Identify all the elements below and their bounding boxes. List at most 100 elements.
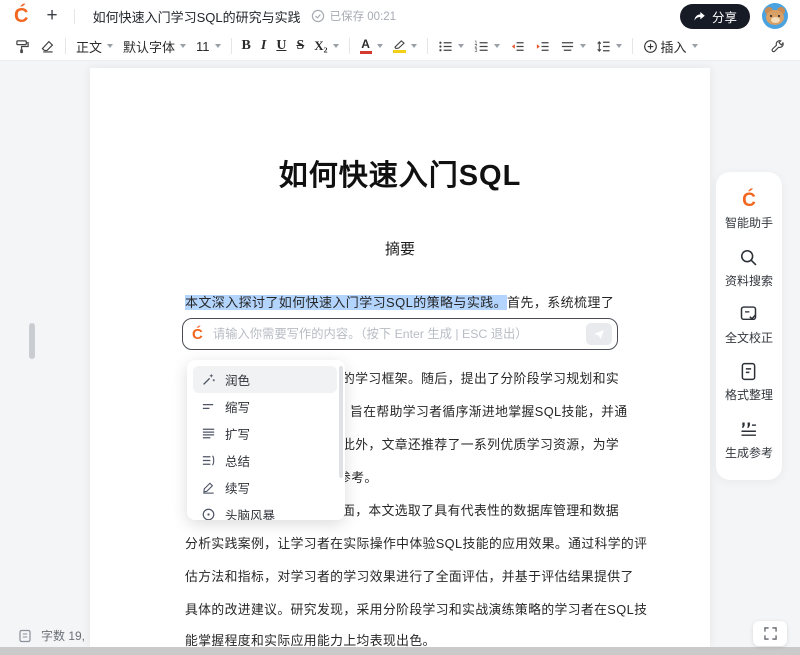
ordered-list-icon: 123 bbox=[474, 39, 489, 54]
doc-text-line: 分析实践案例，让学习者在实际操作中体验SQL技能的应用效果。通过科学的评 bbox=[185, 533, 647, 552]
panel-item-label: 生成参考 bbox=[725, 444, 773, 461]
font-size-select[interactable]: 11 bbox=[192, 37, 225, 56]
chevron-down-icon bbox=[215, 44, 221, 48]
doc-check-icon bbox=[738, 304, 759, 325]
line-spacing-button[interactable] bbox=[592, 37, 626, 56]
format-painter-button[interactable] bbox=[11, 37, 34, 56]
assistant-side-panel: Ć 智能助手 资料搜索 全文校正 格式整理 生成参考 bbox=[716, 172, 782, 480]
summarize-icon bbox=[201, 453, 216, 468]
share-button[interactable]: 分享 bbox=[680, 4, 750, 29]
insert-button[interactable]: 插入 bbox=[639, 35, 702, 58]
panel-item-label: 资料搜索 bbox=[725, 272, 773, 289]
doc-text-line: 本文深入探讨了如何快速入门学习SQL的策略与实践。首先，系统梳理了 bbox=[185, 292, 614, 311]
word-count: 字数 19, bbox=[18, 627, 85, 644]
font-family-select[interactable]: 默认字体 bbox=[119, 35, 190, 58]
document-icon bbox=[18, 629, 32, 643]
panel-item-label: 格式整理 bbox=[725, 386, 773, 403]
subscript-button[interactable]: X₂ bbox=[310, 36, 342, 56]
format-painter-icon bbox=[15, 39, 30, 54]
avatar-art bbox=[770, 15, 772, 17]
document-title: 如何快速入门学习SQL的研究与实践 bbox=[93, 7, 301, 26]
outdent-icon bbox=[510, 39, 525, 54]
user-avatar[interactable] bbox=[762, 3, 788, 29]
avatar-art bbox=[771, 17, 780, 23]
font-color-label: A bbox=[361, 39, 370, 50]
divider bbox=[632, 38, 633, 54]
menu-item-brainstorm[interactable]: 头脑风暴 bbox=[193, 501, 337, 520]
strikethrough-button[interactable]: S bbox=[292, 36, 308, 56]
doc-text-line: 具体的改进建议。研究发现，采用分阶段学习和实战演练策略的学习者在SQL技 bbox=[185, 599, 647, 618]
doc-lines-icon bbox=[738, 361, 759, 382]
menu-item-expand[interactable]: 扩写 bbox=[193, 420, 337, 447]
font-family-value: 默认字体 bbox=[123, 37, 175, 56]
panel-item-label: 智能助手 bbox=[725, 214, 773, 231]
plus-circle-icon bbox=[643, 39, 658, 54]
divider bbox=[349, 38, 350, 54]
highlight-color-button[interactable] bbox=[389, 37, 421, 55]
highlighter-icon bbox=[393, 39, 406, 49]
menu-item-label: 总结 bbox=[225, 451, 250, 470]
ai-logo-icon: Ć bbox=[192, 326, 203, 343]
bold-button[interactable]: B bbox=[238, 36, 255, 56]
menu-item-label: 润色 bbox=[225, 370, 250, 389]
underline-button[interactable]: U bbox=[272, 36, 290, 56]
divider bbox=[231, 38, 232, 54]
menu-item-label: 扩写 bbox=[225, 424, 250, 443]
panel-item-generate-references[interactable]: 生成参考 bbox=[725, 419, 773, 461]
word-count-label: 字数 19, bbox=[41, 627, 85, 644]
divider bbox=[74, 9, 75, 24]
tools-button[interactable] bbox=[766, 37, 789, 56]
chevron-down-icon bbox=[333, 44, 339, 48]
panel-item-smart-assistant[interactable]: Ć 智能助手 bbox=[725, 191, 773, 231]
sidebar-drag-handle[interactable] bbox=[29, 323, 35, 359]
document-page[interactable]: 如何快速入门SQL 摘要 本文深入探讨了如何快速入门学习SQL的策略与实践。首先… bbox=[90, 68, 710, 647]
chevron-down-icon bbox=[494, 44, 500, 48]
doc-text-line: 估方法和指标，对学习者的学习效果进行了全面评估，并基于评估结果提供了 bbox=[185, 566, 634, 585]
doc-text-line: 的学习框架。随后，提出了分阶段学习规划和实 bbox=[342, 368, 619, 387]
search-icon bbox=[738, 247, 759, 268]
ordered-list-button[interactable]: 123 bbox=[470, 37, 504, 56]
doc-text-line: 面，本文选取了具有代表性的数据库管理和数据 bbox=[342, 500, 619, 519]
align-button[interactable] bbox=[556, 37, 590, 56]
menu-scrollbar[interactable] bbox=[339, 366, 343, 478]
bullet-list-icon bbox=[438, 39, 453, 54]
ai-writing-input-box: Ć bbox=[182, 318, 618, 350]
menu-item-label: 头脑风暴 bbox=[225, 505, 275, 520]
app-logo[interactable]: Ć bbox=[14, 6, 28, 26]
check-circle-icon bbox=[311, 9, 325, 23]
italic-button[interactable]: I bbox=[257, 36, 270, 56]
save-status-label: 已保存 00:21 bbox=[330, 8, 396, 24]
fullscreen-button[interactable] bbox=[753, 621, 787, 646]
menu-item-continue-writing[interactable]: 续写 bbox=[193, 474, 337, 501]
highlight-color-swatch bbox=[393, 50, 406, 53]
doc-text-line: 此外，文章还推荐了一系列优质学习资源，为学 bbox=[342, 434, 619, 453]
paragraph-style-select[interactable]: 正文 bbox=[72, 35, 117, 58]
panel-item-format-cleanup[interactable]: 格式整理 bbox=[725, 361, 773, 403]
menu-item-summarize[interactable]: 总结 bbox=[193, 447, 337, 474]
line-spacing-icon bbox=[596, 39, 611, 54]
bullet-list-button[interactable] bbox=[434, 37, 468, 56]
chevron-down-icon bbox=[377, 44, 383, 48]
new-document-button[interactable]: + bbox=[46, 5, 57, 27]
indent-button[interactable] bbox=[531, 37, 554, 56]
ai-actions-menu: 润色 缩写 扩写 总结 续写 头脑风暴 bbox=[187, 360, 345, 520]
expand-writing-icon bbox=[201, 426, 216, 441]
send-button[interactable] bbox=[586, 323, 612, 345]
menu-item-label: 缩写 bbox=[225, 397, 250, 416]
magic-wand-icon bbox=[201, 372, 216, 387]
menu-item-polish[interactable]: 润色 bbox=[193, 366, 337, 393]
send-icon bbox=[593, 328, 605, 340]
clear-format-button[interactable] bbox=[36, 37, 59, 56]
chevron-down-icon bbox=[411, 44, 417, 48]
font-color-button[interactable]: A bbox=[356, 37, 387, 56]
outdent-button[interactable] bbox=[506, 37, 529, 56]
ai-prompt-input[interactable] bbox=[211, 326, 578, 342]
abstract-heading: 摘要 bbox=[90, 238, 710, 259]
panel-item-material-search[interactable]: 资料搜索 bbox=[725, 247, 773, 289]
share-icon bbox=[693, 10, 706, 23]
format-toolbar: 正文 默认字体 11 B I U S X₂ A 123 bbox=[0, 32, 800, 61]
divider bbox=[427, 38, 428, 54]
menu-item-shorten[interactable]: 缩写 bbox=[193, 393, 337, 420]
panel-item-proofread[interactable]: 全文校正 bbox=[725, 304, 773, 346]
bottom-scrollbar-track bbox=[0, 647, 800, 655]
